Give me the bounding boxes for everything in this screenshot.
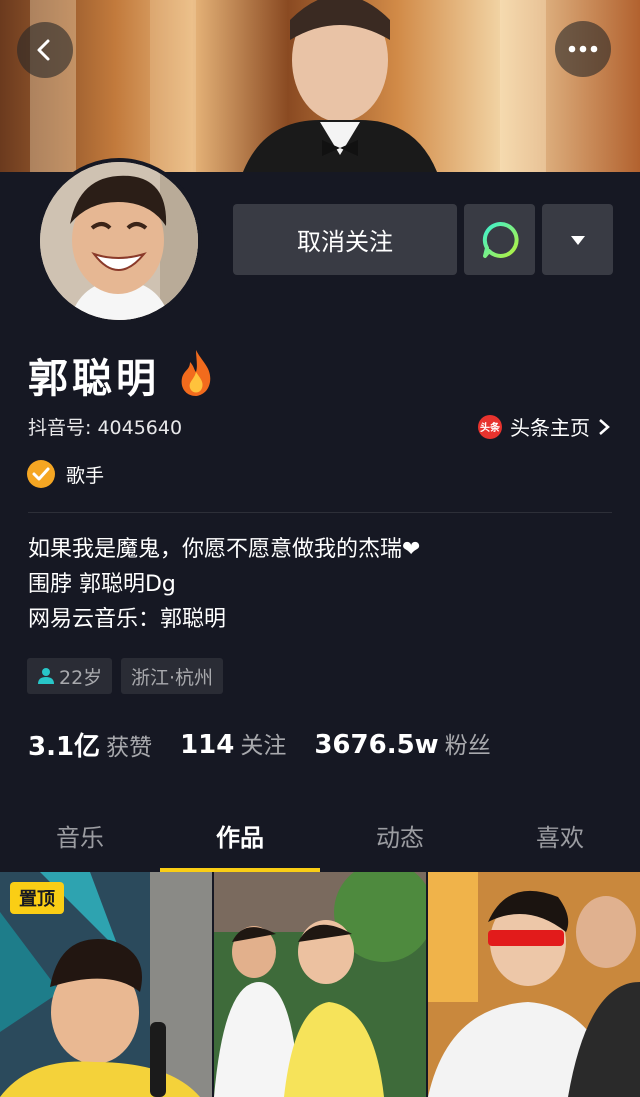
stat-fans[interactable]: 3676.5w 粉丝 xyxy=(314,726,490,763)
chevron-right-icon xyxy=(599,418,610,435)
verification-badge: 歌手 xyxy=(26,459,104,489)
stats-row: 3.1亿 获赞 114 关注 3676.5w 粉丝 xyxy=(28,726,491,763)
triangle-down-icon xyxy=(570,235,585,245)
dropdown-button[interactable] xyxy=(542,204,613,275)
divider xyxy=(28,512,612,513)
video-grid: 置顶 xyxy=(0,872,640,1097)
video-thumbnail[interactable]: 置顶 xyxy=(0,872,212,1097)
tab-works[interactable]: 作品 xyxy=(160,806,320,872)
verify-label: 歌手 xyxy=(66,464,105,487)
tab-activity[interactable]: 动态 xyxy=(320,806,480,870)
stat-likes: 3.1亿 获赞 xyxy=(28,726,152,763)
unfollow-label: 取消关注 xyxy=(297,228,393,256)
unfollow-button[interactable]: 取消关注 xyxy=(233,204,457,275)
age-tag: 22岁 xyxy=(27,658,113,694)
profile-name-text: 郭聪明 xyxy=(28,356,160,402)
tab-music[interactable]: 音乐 xyxy=(0,806,160,870)
location-label: 浙江·杭州 xyxy=(131,666,214,689)
message-button[interactable] xyxy=(464,204,535,275)
video-thumbnail-image xyxy=(214,872,426,1097)
chat-bubble-icon xyxy=(482,221,519,258)
video-thumbnail-image xyxy=(428,872,640,1097)
video-thumbnail[interactable] xyxy=(214,872,426,1097)
stat-label: 获赞 xyxy=(106,735,153,761)
location-tag: 浙江·杭州 xyxy=(121,658,224,694)
profile-banner xyxy=(0,0,640,172)
video-thumbnail[interactable] xyxy=(428,872,640,1097)
toutiao-logo-icon: 头条 xyxy=(478,414,502,439)
more-button[interactable] xyxy=(555,21,611,77)
pinned-badge: 置顶 xyxy=(10,882,64,914)
avatar[interactable] xyxy=(36,158,202,324)
stat-label: 关注 xyxy=(240,733,287,759)
stat-label: 粉丝 xyxy=(444,733,491,759)
verified-check-icon xyxy=(27,460,55,488)
stat-value: 114 xyxy=(180,730,235,760)
bio: 如果我是魔鬼，你愿不愿意做我的杰瑞❤ 围脖 郭聪明Dg 网易云音乐：郭聪明 xyxy=(28,532,420,637)
stat-following[interactable]: 114 关注 xyxy=(180,726,286,763)
banner-photo xyxy=(243,0,437,172)
bio-line: 网易云音乐：郭聪明 xyxy=(28,607,227,632)
toutiao-link-label: 头条主页 xyxy=(510,416,590,440)
age-label: 22岁 xyxy=(59,666,103,689)
back-button[interactable] xyxy=(17,22,73,78)
stat-value: 3676.5w xyxy=(314,730,439,760)
bio-line: 如果我是魔鬼，你愿不愿意做我的杰瑞❤ xyxy=(28,537,421,562)
person-icon xyxy=(38,668,54,684)
fire-icon xyxy=(181,350,211,396)
profile-name: 郭聪明 xyxy=(28,346,216,404)
more-dots-icon xyxy=(568,45,598,53)
tab-likes[interactable]: 喜欢 xyxy=(480,806,640,870)
chevron-left-icon xyxy=(37,39,50,61)
douyin-id: 抖音号: 4045640 xyxy=(28,417,183,439)
avatar-photo xyxy=(40,162,198,320)
profile-tabs: 音乐 作品 动态 喜欢 xyxy=(0,806,640,872)
stat-value: 3.1亿 xyxy=(28,732,101,762)
toutiao-home-link[interactable]: 头条 头条主页 xyxy=(478,412,610,441)
bio-line: 围脖 郭聪明Dg xyxy=(28,572,176,597)
